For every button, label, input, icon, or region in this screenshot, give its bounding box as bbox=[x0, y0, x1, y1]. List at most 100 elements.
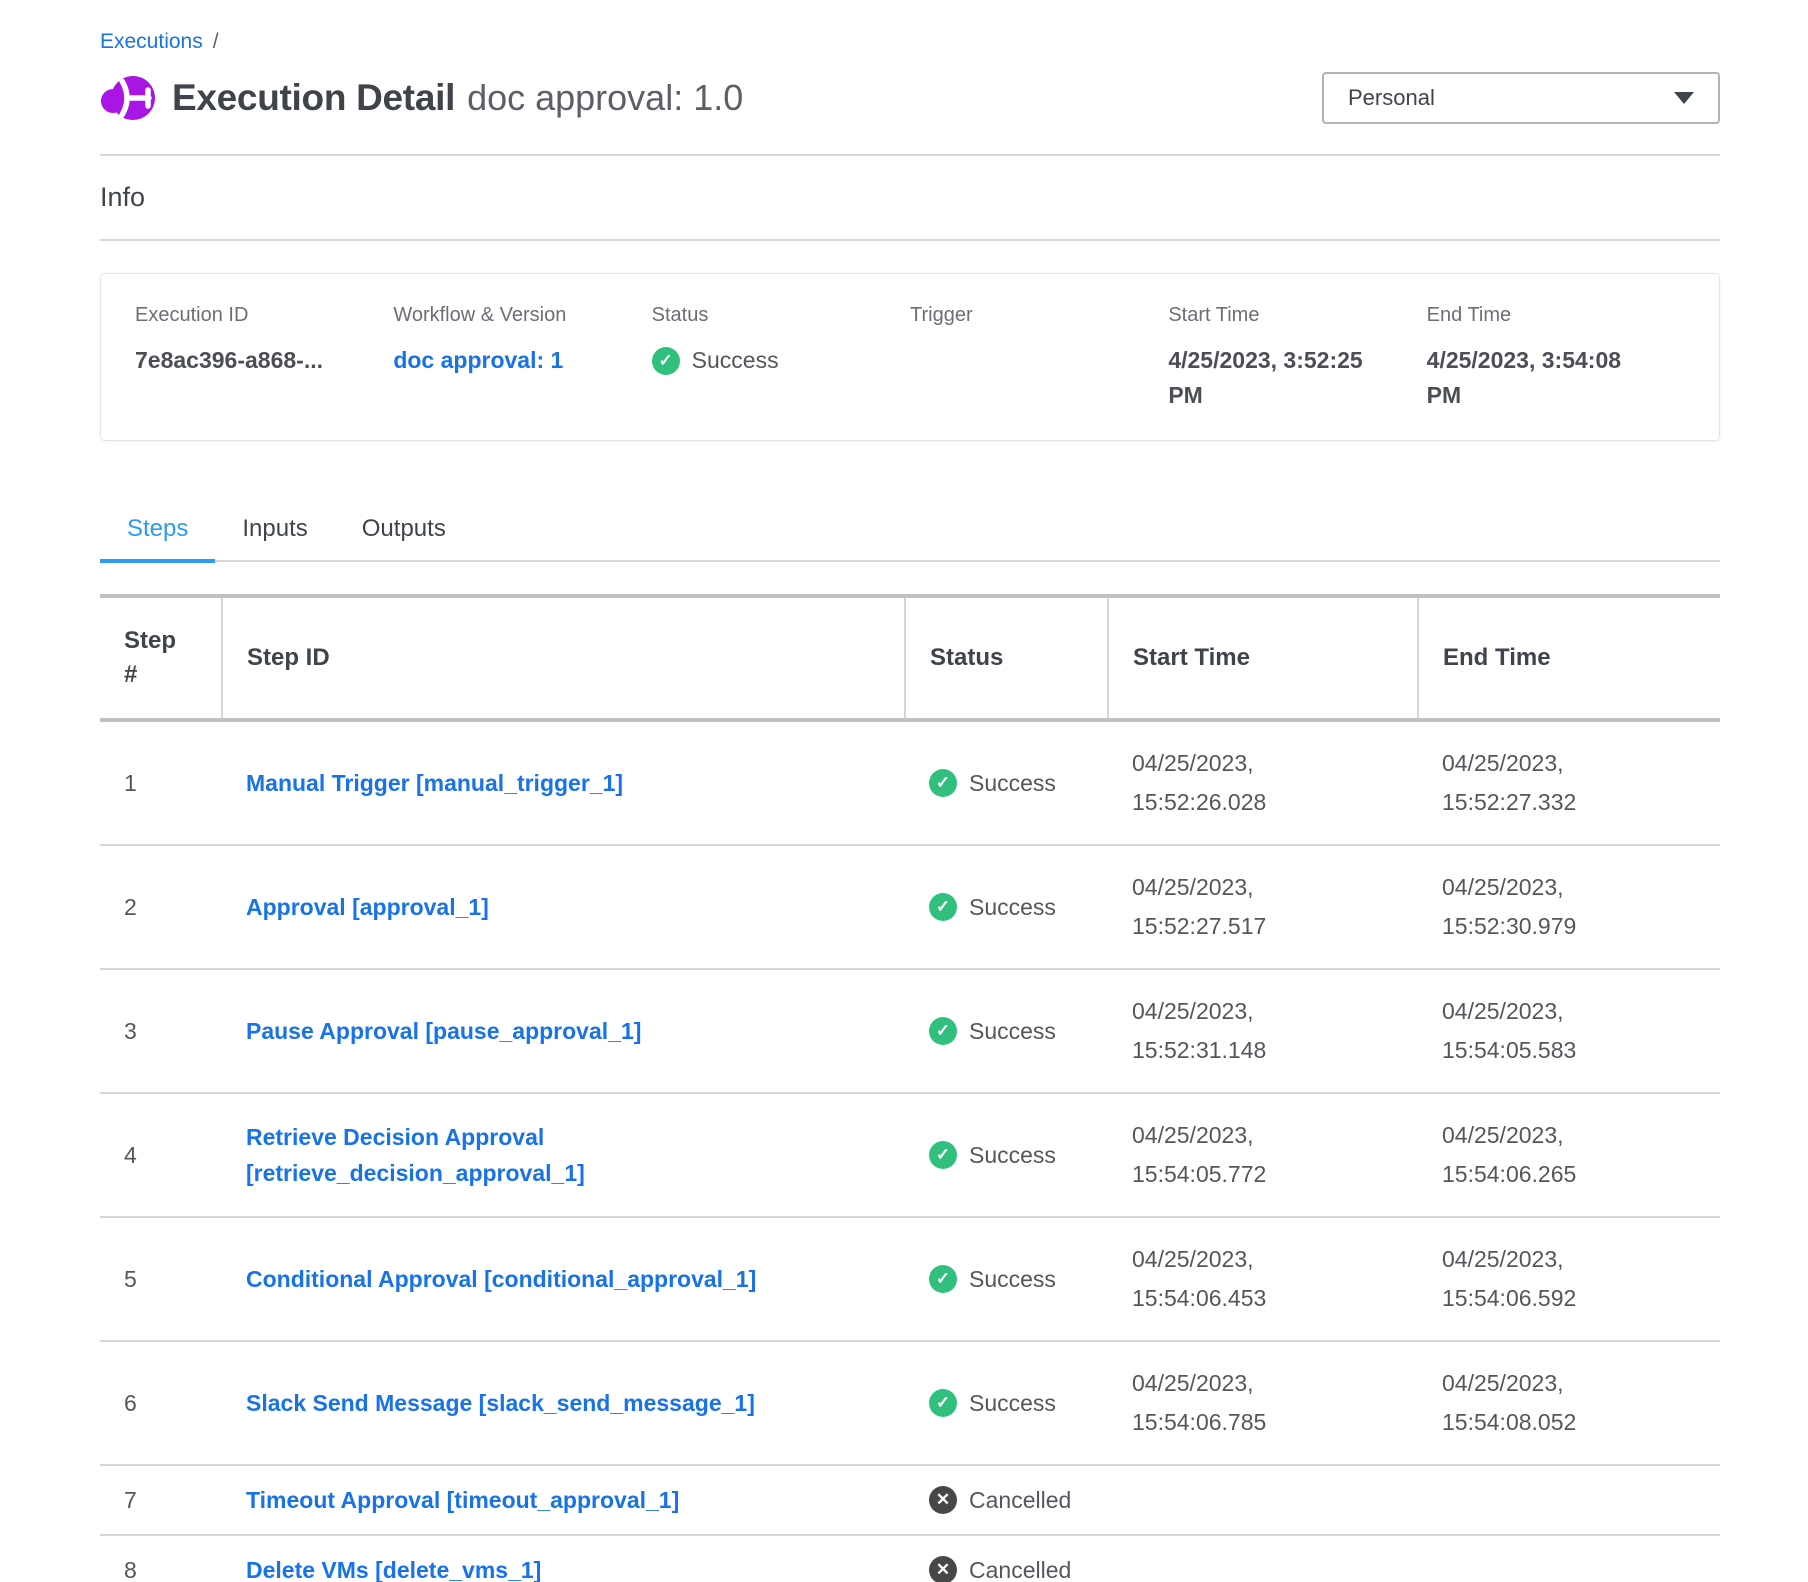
table-row: 4 Retrieve Decision Approval [retrieve_d… bbox=[100, 1093, 1720, 1217]
success-icon: ✓ bbox=[929, 1265, 957, 1293]
status-text: Cancelled bbox=[969, 1487, 1071, 1514]
table-row: 2 Approval [approval_1] ✓ Success 04/25/… bbox=[100, 845, 1720, 969]
step-id-link[interactable]: Approval [approval_1] bbox=[246, 889, 489, 925]
status-text: Success bbox=[969, 1142, 1056, 1169]
info-field: Status ✓Success bbox=[652, 304, 910, 440]
info-field-label: Workflow & Version bbox=[393, 304, 621, 327]
status-text: Success bbox=[969, 1266, 1056, 1293]
header-divider bbox=[100, 154, 1720, 156]
step-id-cell: Slack Send Message [slack_send_message_1… bbox=[222, 1341, 905, 1465]
status-cell: ✓ Success bbox=[905, 969, 1108, 1093]
workflow-icon bbox=[100, 70, 156, 126]
workflow-version-link[interactable]: doc approval: 1 bbox=[393, 343, 605, 378]
info-field-label: End Time bbox=[1427, 304, 1655, 327]
step-number: 7 bbox=[100, 1465, 222, 1535]
step-id-cell: Conditional Approval [conditional_approv… bbox=[222, 1217, 905, 1341]
table-row: 6 Slack Send Message [slack_send_message… bbox=[100, 1341, 1720, 1465]
step-id-cell: Pause Approval [pause_approval_1] bbox=[222, 969, 905, 1093]
info-field: Execution ID 7e8ac396-a868-... bbox=[135, 304, 393, 440]
column-header-status: Status bbox=[905, 596, 1108, 720]
end-time-cell bbox=[1418, 1465, 1720, 1535]
end-time-cell: 04/25/2023, 15:52:27.332 bbox=[1418, 720, 1720, 845]
info-field-value: 4/25/2023, 3:54:08 PM bbox=[1427, 343, 1639, 413]
step-id-link[interactable]: Pause Approval [pause_approval_1] bbox=[246, 1013, 641, 1049]
info-field-value: 4/25/2023, 3:52:25 PM bbox=[1168, 343, 1380, 413]
status-cell: ✓ Success bbox=[905, 720, 1108, 845]
info-section-title: Info bbox=[100, 182, 1720, 213]
tab-inputs[interactable]: Inputs bbox=[215, 505, 334, 563]
start-time-cell: 04/25/2023, 15:54:06.453 bbox=[1108, 1217, 1418, 1341]
step-number: 3 bbox=[100, 969, 222, 1093]
step-id-link[interactable]: Retrieve Decision Approval [retrieve_dec… bbox=[246, 1119, 826, 1191]
success-icon: ✓ bbox=[929, 1141, 957, 1169]
status-cell: ✓ Success bbox=[905, 845, 1108, 969]
info-field-label: Trigger bbox=[910, 304, 1138, 327]
start-time-cell: 04/25/2023, 15:52:31.148 bbox=[1108, 969, 1418, 1093]
column-header-start-time: Start Time bbox=[1108, 596, 1418, 720]
success-icon: ✓ bbox=[929, 769, 957, 797]
breadcrumb-separator: / bbox=[213, 30, 219, 53]
success-icon: ✓ bbox=[929, 893, 957, 921]
start-time-cell: 04/25/2023, 15:52:27.517 bbox=[1108, 845, 1418, 969]
start-time-cell bbox=[1108, 1465, 1418, 1535]
cancelled-icon: ✕ bbox=[929, 1486, 957, 1514]
status-text: Success bbox=[969, 770, 1056, 797]
step-id-link[interactable]: Manual Trigger [manual_trigger_1] bbox=[246, 765, 623, 801]
success-icon: ✓ bbox=[929, 1017, 957, 1045]
success-icon: ✓ bbox=[929, 1389, 957, 1417]
step-id-link[interactable]: Delete VMs [delete_vms_1] bbox=[246, 1552, 541, 1582]
steps-table: Step # Step ID Status Start Time End Tim… bbox=[100, 594, 1720, 1582]
step-id-cell: Manual Trigger [manual_trigger_1] bbox=[222, 720, 905, 845]
status-cell: ✓ Success bbox=[905, 1341, 1108, 1465]
step-id-link[interactable]: Conditional Approval [conditional_approv… bbox=[246, 1261, 756, 1297]
tab-outputs[interactable]: Outputs bbox=[335, 505, 473, 563]
step-number: 2 bbox=[100, 845, 222, 969]
info-field: Start Time 4/25/2023, 3:52:25 PM bbox=[1168, 304, 1426, 440]
info-field-label: Start Time bbox=[1168, 304, 1396, 327]
info-field-value: 7e8ac396-a868-... bbox=[135, 343, 347, 378]
scope-select[interactable]: Personal bbox=[1322, 72, 1720, 124]
end-time-cell: 04/25/2023, 15:54:05.583 bbox=[1418, 969, 1720, 1093]
status-text: Success bbox=[969, 894, 1056, 921]
step-id-cell: Retrieve Decision Approval [retrieve_dec… bbox=[222, 1093, 905, 1217]
column-header-end-time: End Time bbox=[1418, 596, 1720, 720]
info-divider bbox=[100, 239, 1720, 241]
page-content: Executions / Execution Detail doc approva… bbox=[100, 0, 1720, 1582]
step-id-link[interactable]: Timeout Approval [timeout_approval_1] bbox=[246, 1482, 679, 1518]
step-number: 6 bbox=[100, 1341, 222, 1465]
header-row: Execution Detail doc approval: 1.0 Perso… bbox=[100, 70, 1720, 126]
tab-bar: StepsInputsOutputs bbox=[100, 505, 1720, 562]
end-time-cell bbox=[1418, 1535, 1720, 1582]
end-time-cell: 04/25/2023, 15:54:08.052 bbox=[1418, 1341, 1720, 1465]
info-card: Execution ID 7e8ac396-a868-... Workflow … bbox=[100, 273, 1720, 441]
column-header-step-id: Step ID bbox=[222, 596, 905, 720]
start-time-cell: 04/25/2023, 15:52:26.028 bbox=[1108, 720, 1418, 845]
steps-table-header: Step # Step ID Status Start Time End Tim… bbox=[100, 596, 1720, 720]
status-cell: ✕ Cancelled bbox=[905, 1535, 1108, 1582]
start-time-cell bbox=[1108, 1535, 1418, 1582]
end-time-cell: 04/25/2023, 15:54:06.592 bbox=[1418, 1217, 1720, 1341]
status-text: Success bbox=[969, 1018, 1056, 1045]
info-field: End Time 4/25/2023, 3:54:08 PM bbox=[1427, 304, 1685, 440]
step-id-cell: Approval [approval_1] bbox=[222, 845, 905, 969]
start-time-cell: 04/25/2023, 15:54:05.772 bbox=[1108, 1093, 1418, 1217]
step-id-cell: Delete VMs [delete_vms_1] bbox=[222, 1535, 905, 1582]
success-icon: ✓ bbox=[652, 347, 680, 375]
page-title: Execution Detail bbox=[172, 77, 455, 119]
tab-steps[interactable]: Steps bbox=[100, 505, 215, 563]
chevron-down-icon bbox=[1674, 92, 1694, 104]
step-id-link[interactable]: Slack Send Message [slack_send_message_1… bbox=[246, 1385, 755, 1421]
scope-select-value: Personal bbox=[1348, 85, 1435, 111]
status-text: Cancelled bbox=[969, 1557, 1071, 1582]
step-id-cell: Timeout Approval [timeout_approval_1] bbox=[222, 1465, 905, 1535]
info-field-value: ✓Success bbox=[652, 343, 864, 378]
table-row: 5 Conditional Approval [conditional_appr… bbox=[100, 1217, 1720, 1341]
table-row: 8 Delete VMs [delete_vms_1] ✕ Cancelled bbox=[100, 1535, 1720, 1582]
step-number: 4 bbox=[100, 1093, 222, 1217]
info-field: Workflow & Version doc approval: 1 bbox=[393, 304, 651, 440]
table-row: 7 Timeout Approval [timeout_approval_1] … bbox=[100, 1465, 1720, 1535]
column-header-step-num: Step # bbox=[100, 596, 222, 720]
info-field-label: Status bbox=[652, 304, 880, 327]
step-number: 1 bbox=[100, 720, 222, 845]
breadcrumb-executions-link[interactable]: Executions bbox=[100, 30, 203, 53]
